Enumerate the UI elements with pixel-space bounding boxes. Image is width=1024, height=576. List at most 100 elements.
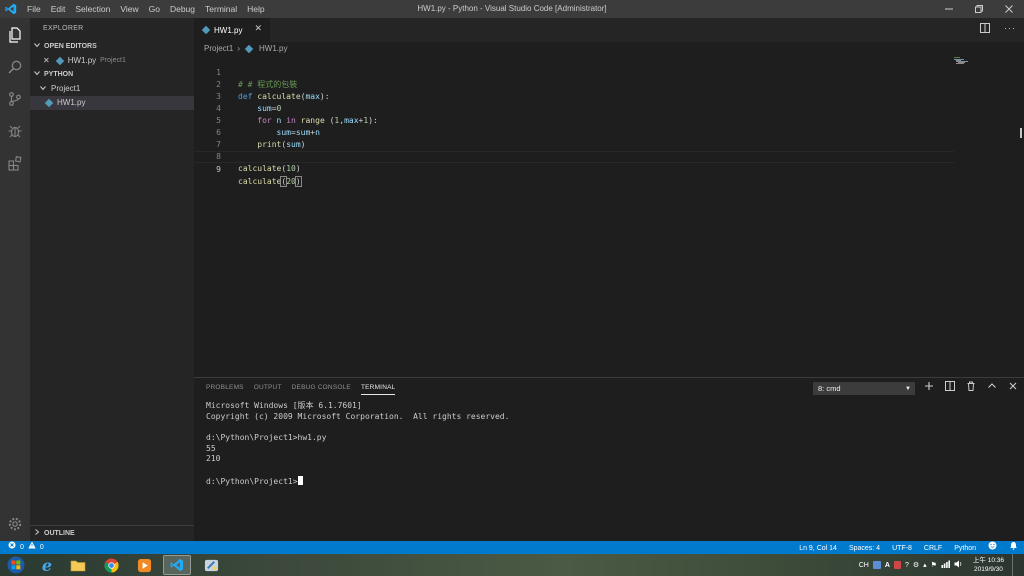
scrollbar-thumb[interactable] bbox=[1020, 128, 1022, 138]
terminal-line: d:\Python\Project1>hw1.py bbox=[206, 433, 327, 443]
cursor-position[interactable]: Ln 9, Col 14 bbox=[799, 542, 837, 555]
tab-output[interactable]: OUTPUT bbox=[254, 384, 282, 395]
problems-status[interactable]: 0 0 bbox=[8, 541, 44, 554]
file-hw1-py[interactable]: HW1.py bbox=[30, 96, 194, 110]
menu-debug[interactable]: Debug bbox=[165, 0, 200, 18]
tray-shield-icon[interactable] bbox=[893, 561, 901, 569]
source-control-icon[interactable] bbox=[5, 89, 25, 109]
more-actions-icon[interactable]: ··· bbox=[1004, 23, 1016, 36]
python-file-icon bbox=[201, 25, 211, 35]
close-window-button[interactable] bbox=[994, 0, 1024, 18]
network-icon[interactable] bbox=[941, 560, 950, 570]
breadcrumb-file[interactable]: HW1.py bbox=[259, 42, 287, 55]
taskbar-python-idle[interactable] bbox=[197, 555, 225, 575]
language-bar-icon[interactable]: A bbox=[885, 562, 890, 569]
terminal-line: 55 bbox=[206, 443, 216, 453]
open-editors-section[interactable]: OPEN EDITORS bbox=[30, 40, 194, 54]
split-terminal-icon[interactable] bbox=[945, 381, 955, 394]
taskbar-chrome[interactable] bbox=[97, 555, 125, 575]
window-controls bbox=[934, 0, 1024, 18]
terminal-select[interactable]: 8: cmd ▼ bbox=[813, 382, 915, 395]
ime-indicator[interactable]: CH bbox=[859, 562, 869, 569]
split-editor-icon[interactable] bbox=[980, 23, 990, 36]
maximize-panel-icon[interactable] bbox=[987, 381, 997, 394]
open-editor-filename: HW1.py bbox=[67, 56, 97, 65]
menu-edit[interactable]: Edit bbox=[46, 0, 71, 18]
windows-start-icon bbox=[7, 556, 25, 574]
code-editor[interactable]: 1 # # 程式的包裝 2 def calculate(max): 3 sum=… bbox=[194, 55, 1024, 375]
tab-problems[interactable]: PROBLEMS bbox=[206, 384, 244, 395]
vscode-logo-icon bbox=[0, 0, 22, 18]
tray-app-icon[interactable] bbox=[872, 561, 881, 569]
warning-icon bbox=[28, 541, 36, 554]
status-right: Ln 9, Col 14 Spaces: 4 UTF-8 CRLF Python bbox=[799, 541, 1018, 555]
start-button[interactable] bbox=[2, 555, 30, 575]
settings-gear-icon[interactable] bbox=[5, 514, 25, 534]
new-terminal-icon[interactable] bbox=[924, 381, 934, 394]
search-icon[interactable] bbox=[5, 57, 25, 77]
close-panel-icon[interactable] bbox=[1008, 381, 1018, 394]
outline-section[interactable]: OUTLINE bbox=[30, 525, 194, 541]
restore-icon bbox=[975, 5, 983, 13]
editor-tab-bar: HW1.py ✕ ··· bbox=[194, 18, 1024, 42]
menu-help[interactable]: Help bbox=[242, 0, 269, 18]
code-line: 1 # # 程式的包裝 bbox=[216, 68, 298, 89]
menu-selection[interactable]: Selection bbox=[70, 0, 115, 18]
taskbar-file-explorer[interactable] bbox=[64, 555, 92, 575]
tab-debug-console[interactable]: DEBUG CONSOLE bbox=[292, 384, 351, 395]
taskbar-clock[interactable]: 上午 10:36 2019/9/30 bbox=[973, 556, 1004, 574]
trash-icon[interactable] bbox=[966, 381, 976, 394]
warning-count: 0 bbox=[39, 544, 44, 551]
terminal-prompt: d:\Python\Project1> bbox=[206, 476, 298, 486]
tab-hw1-py[interactable]: HW1.py ✕ bbox=[194, 18, 270, 42]
chrome-icon bbox=[103, 557, 119, 573]
settings-icon[interactable]: ⚙ bbox=[913, 561, 919, 569]
error-count: 0 bbox=[20, 544, 24, 551]
encoding[interactable]: UTF-8 bbox=[892, 542, 912, 555]
explorer-icon[interactable] bbox=[5, 25, 25, 45]
windows-taskbar: e CH A ? ⚙ ▴ ⚑ 上午 10:36 2019/9/30 bbox=[0, 554, 1024, 576]
tray-arrow-icon[interactable]: ▴ bbox=[923, 561, 927, 569]
clock-time: 上午 10:36 bbox=[972, 557, 1004, 564]
taskbar-internet-explorer[interactable]: e bbox=[33, 555, 61, 575]
panel-actions bbox=[924, 381, 1018, 394]
feedback-smiley-icon[interactable] bbox=[988, 541, 997, 555]
show-desktop-button[interactable] bbox=[1012, 554, 1024, 576]
open-editor-item[interactable]: ✕ HW1.py Project1 bbox=[30, 54, 194, 68]
terminal-cursor bbox=[297, 475, 303, 485]
indentation[interactable]: Spaces: 4 bbox=[849, 542, 880, 555]
volume-icon[interactable] bbox=[954, 560, 963, 570]
internet-explorer-icon: e bbox=[41, 555, 53, 575]
debug-icon[interactable] bbox=[5, 121, 25, 141]
flag-icon[interactable]: ⚑ bbox=[931, 561, 937, 569]
folder-project1[interactable]: Project1 bbox=[30, 82, 194, 96]
breadcrumb-folder[interactable]: Project1 bbox=[204, 42, 233, 55]
menu-file[interactable]: File bbox=[22, 0, 46, 18]
terminal-line: 210 bbox=[206, 454, 221, 464]
terminal-output[interactable]: Microsoft Windows [版本 6.1.7601] Copyrigh… bbox=[206, 401, 509, 487]
restore-button[interactable] bbox=[964, 0, 994, 18]
minimize-button[interactable] bbox=[934, 0, 964, 18]
help-icon[interactable]: ? bbox=[905, 562, 909, 569]
breadcrumb: Project1 › HW1.py bbox=[204, 42, 287, 55]
line-ending[interactable]: CRLF bbox=[924, 542, 942, 555]
extensions-icon[interactable] bbox=[5, 153, 25, 173]
taskbar-vscode[interactable] bbox=[163, 555, 191, 575]
workspace-section[interactable]: PYTHON bbox=[30, 68, 194, 82]
vscode-icon bbox=[170, 558, 184, 572]
close-icon[interactable]: ✕ bbox=[43, 54, 50, 68]
open-editors-label: OPEN EDITORS bbox=[44, 43, 97, 50]
minimap[interactable] bbox=[954, 57, 972, 65]
close-tab-icon[interactable]: ✕ bbox=[254, 23, 262, 34]
code-line: 2 def calculate(max): bbox=[216, 80, 330, 101]
taskbar-media-player[interactable] bbox=[130, 555, 158, 575]
language-mode[interactable]: Python bbox=[954, 542, 976, 555]
chevron-down-icon: ▼ bbox=[905, 386, 911, 392]
notifications-bell-icon[interactable] bbox=[1009, 541, 1018, 555]
menu-terminal[interactable]: Terminal bbox=[200, 0, 242, 18]
menu-go[interactable]: Go bbox=[144, 0, 165, 18]
tab-terminal[interactable]: TERMINAL bbox=[360, 384, 396, 395]
menu-view[interactable]: View bbox=[115, 0, 143, 18]
